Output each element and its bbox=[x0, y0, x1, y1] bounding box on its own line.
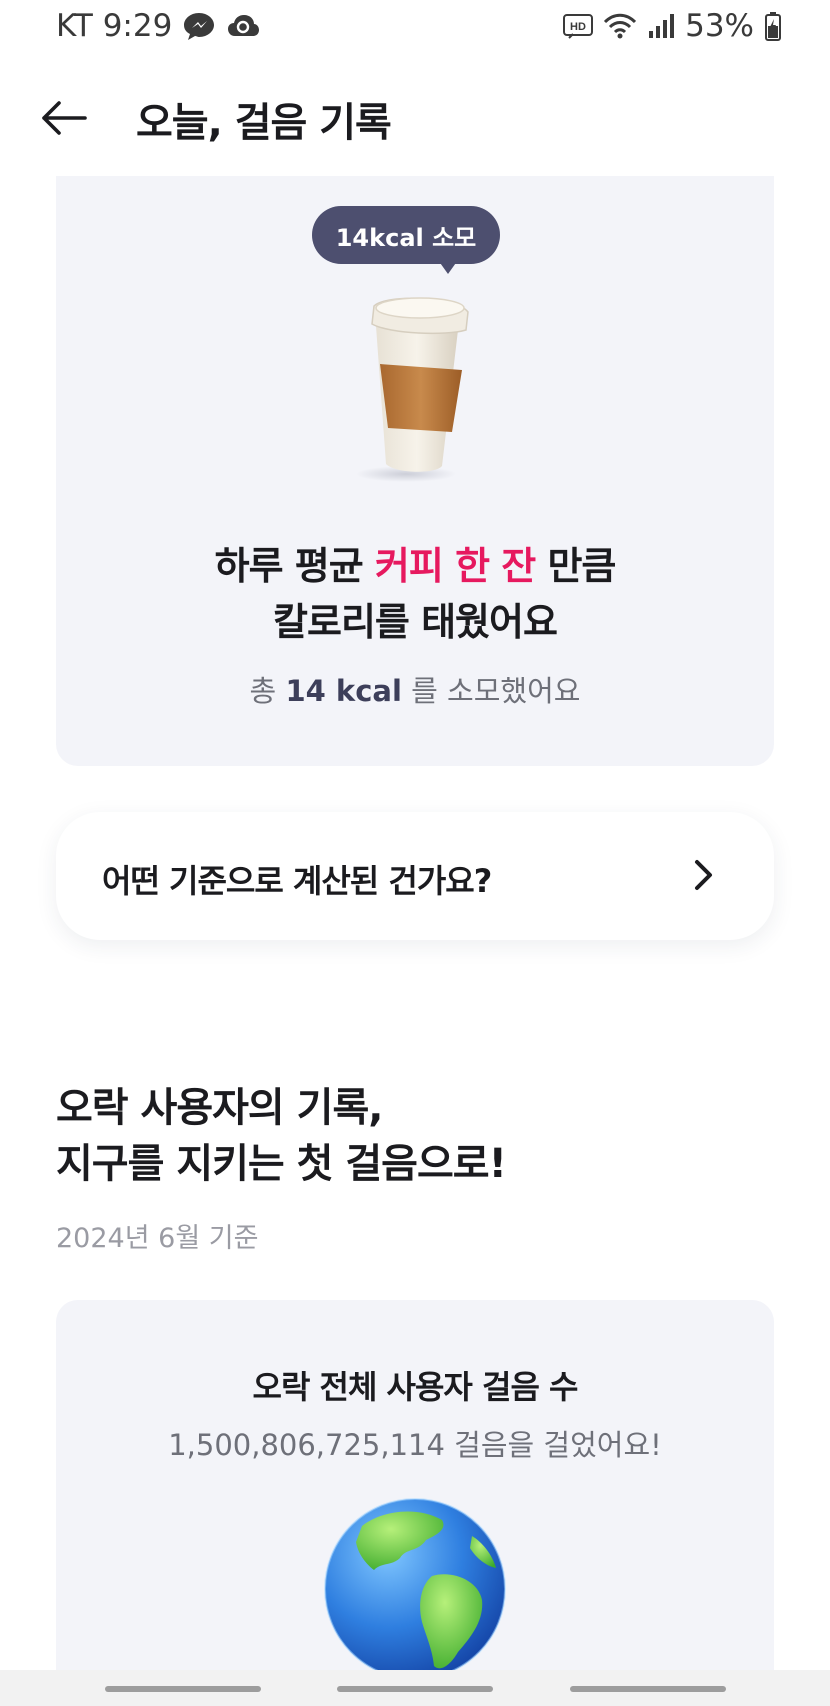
svg-text:HD: HD bbox=[570, 21, 586, 33]
status-right: HD 53% bbox=[563, 8, 782, 44]
section-date: 2024년 6월 기준 bbox=[56, 1223, 259, 1254]
headline-accent: 커피 한 잔 bbox=[374, 544, 536, 588]
hd-icon: HD bbox=[563, 14, 594, 39]
status-left: KT 9:29 bbox=[56, 8, 260, 44]
coffee-cup-icon bbox=[356, 297, 469, 482]
cloud-sync-icon bbox=[228, 15, 260, 36]
page-title: 오늘, 걸음 기록 bbox=[136, 100, 392, 146]
calculation-info-label: 어떤 기준으로 계산된 건가요? bbox=[102, 862, 492, 900]
total-prefix: 총 bbox=[249, 674, 286, 708]
globe-icon bbox=[324, 1498, 506, 1680]
system-nav-bar bbox=[0, 1670, 830, 1706]
section-title-line2: 지구를 지키는 첫 걸음으로! bbox=[56, 1141, 507, 1187]
section-title: 오락 사용자의 기록, 지구를 지키는 첫 걸음으로! bbox=[56, 1080, 507, 1192]
arrow-left-icon bbox=[42, 101, 87, 135]
back-button[interactable] bbox=[36, 90, 92, 146]
bubble-tail bbox=[438, 260, 458, 274]
calorie-total: 총 14 kcal 를 소모했어요 bbox=[56, 668, 774, 710]
section-title-line1: 오락 사용자의 기록, bbox=[56, 1085, 383, 1131]
chevron-right-icon bbox=[695, 860, 712, 890]
headline-line2: 칼로리를 태웠어요 bbox=[273, 600, 558, 644]
messenger-icon bbox=[184, 13, 215, 40]
wifi-icon bbox=[604, 13, 637, 39]
total-suffix: 를 소모했어요 bbox=[401, 674, 581, 708]
status-bar: KT 9:29 HD 53% bbox=[0, 0, 830, 58]
battery-percent: 53% bbox=[685, 8, 754, 44]
app-header: 오늘, 걸음 기록 bbox=[0, 72, 830, 162]
signal-icon bbox=[649, 14, 675, 38]
headline-prefix: 하루 평균 bbox=[214, 544, 375, 588]
nav-recents-button[interactable] bbox=[105, 1686, 261, 1692]
carrier-time: KT 9:29 bbox=[56, 8, 173, 44]
headline-suffix: 만큼 bbox=[535, 544, 616, 588]
nav-back-button[interactable] bbox=[570, 1686, 726, 1692]
nav-home-button[interactable] bbox=[337, 1686, 493, 1692]
total-steps-card: 오락 전체 사용자 걸음 수 1,500,806,725,114 걸음을 걸었어… bbox=[56, 1300, 774, 1706]
steps-value: 1,500,806,725,114 걸음을 걸었어요! bbox=[168, 1428, 662, 1462]
calculation-info-button[interactable]: 어떤 기준으로 계산된 건가요? bbox=[56, 812, 774, 940]
calorie-bubble: 14kcal 소모 bbox=[312, 206, 500, 264]
calorie-card: 14kcal 소모 하루 평균 커피 한 잔 만큼 칼로리를 태웠어요 총 14… bbox=[56, 176, 774, 766]
calorie-headline: 하루 평균 커피 한 잔 만큼 칼로리를 태웠어요 bbox=[56, 538, 774, 650]
battery-icon bbox=[765, 12, 781, 41]
total-value: 14 kcal bbox=[285, 674, 402, 708]
steps-title: 오락 전체 사용자 걸음 수 bbox=[252, 1368, 579, 1406]
